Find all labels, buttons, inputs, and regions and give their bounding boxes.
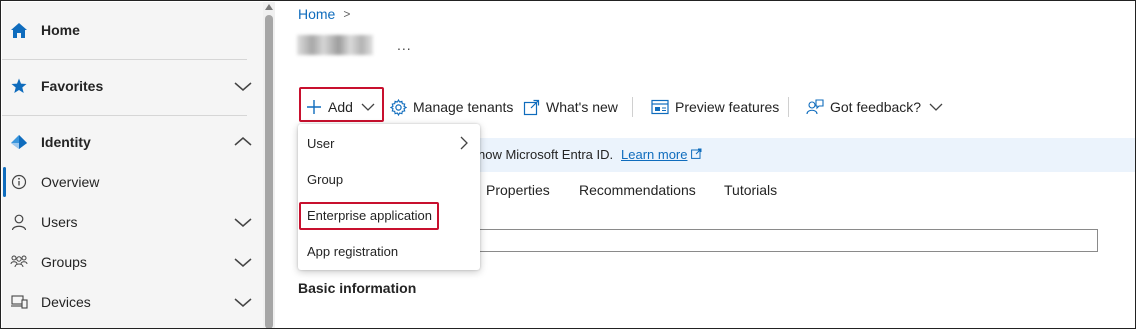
menu-item-app-registration[interactable]: App registration — [298, 233, 480, 269]
groups-icon — [10, 253, 28, 271]
manage-tenants-label: Manage tenants — [413, 99, 514, 115]
feedback-label: Got feedback? — [830, 99, 922, 115]
sidebar-item-label: Identity — [41, 134, 91, 150]
sidebar-divider — [2, 115, 247, 116]
chevron-right-icon — [460, 136, 468, 150]
search-input[interactable] — [411, 229, 1098, 252]
chevron-down-icon[interactable] — [233, 295, 253, 309]
tenant-name-redacted — [297, 35, 373, 55]
open-external-icon — [523, 99, 540, 115]
user-icon — [10, 213, 28, 231]
toolbar-divider — [632, 97, 633, 117]
chevron-down-icon[interactable] — [233, 255, 253, 269]
menu-item-label: Group — [307, 171, 344, 187]
menu-item-enterprise-application[interactable]: Enterprise application — [298, 197, 480, 233]
identity-icon — [10, 133, 28, 151]
scroll-up-icon[interactable] — [265, 4, 273, 10]
chevron-down-icon — [361, 103, 375, 111]
more-options-button[interactable]: ... — [397, 37, 412, 53]
sidebar-item-label: Groups — [41, 254, 87, 270]
menu-item-group[interactable]: Group — [298, 161, 480, 197]
sidebar-item-identity[interactable]: Identity — [2, 122, 263, 162]
add-dropdown-menu: User Group Enterprise application App re… — [298, 124, 480, 270]
toolbar-divider — [788, 97, 789, 117]
manage-tenants-button[interactable]: Manage tenants — [390, 95, 513, 119]
section-title: Basic information — [298, 280, 417, 296]
sidebar-item-home[interactable]: Home — [2, 10, 263, 50]
devices-icon — [10, 293, 28, 311]
chevron-down-icon[interactable] — [233, 215, 253, 229]
sidebar-item-overview[interactable]: Overview — [2, 162, 263, 202]
add-button[interactable]: Add — [306, 95, 381, 119]
home-icon — [10, 21, 28, 39]
scrollbar-thumb[interactable] — [265, 15, 273, 328]
feedback-icon — [806, 98, 824, 114]
gear-icon — [390, 98, 407, 116]
chevron-up-icon[interactable] — [233, 135, 253, 149]
preview-features-icon — [651, 99, 669, 115]
chevron-down-icon[interactable] — [233, 79, 253, 93]
open-external-icon[interactable] — [691, 148, 702, 159]
feedback-button[interactable]: Got feedback? — [806, 95, 949, 119]
menu-item-label: User — [307, 135, 335, 151]
whats-new-label: What's new — [546, 99, 618, 115]
sidebar-item-label: Overview — [41, 174, 100, 190]
sidebar-item-label: Home — [41, 22, 80, 38]
sidebar-item-devices[interactable]: Devices — [2, 282, 263, 322]
sidebar-item-label: Devices — [41, 294, 91, 310]
menu-item-user[interactable]: User — [298, 125, 480, 161]
breadcrumb: Home > — [298, 6, 350, 22]
sidebar-item-label: Users — [41, 214, 78, 230]
tab-recommendations[interactable]: Recommendations — [579, 182, 696, 198]
learn-more-link[interactable]: Learn more — [621, 147, 687, 162]
menu-item-label: Enterprise application — [307, 207, 433, 223]
menu-item-label: App registration — [307, 243, 399, 259]
tab-tutorials[interactable]: Tutorials — [724, 182, 777, 198]
sidebar-divider — [2, 59, 247, 60]
sidebar-item-groups[interactable]: Groups — [2, 242, 263, 282]
sidebar-item-favorites[interactable]: Favorites — [2, 66, 263, 106]
info-icon — [10, 173, 28, 191]
plus-icon — [307, 100, 321, 114]
chevron-right-icon: > — [343, 7, 351, 21]
chevron-down-icon — [929, 103, 943, 111]
tab-properties[interactable]: Properties — [486, 182, 550, 198]
sidebar-item-label: Favorites — [41, 78, 104, 94]
whats-new-button[interactable]: What's new — [523, 95, 618, 119]
banner-text: now Microsoft Entra ID. — [478, 147, 614, 162]
preview-features-label: Preview features — [675, 99, 780, 115]
sidebar-item-users[interactable]: Users — [2, 202, 263, 242]
portal-window: Home Favorites Identity Overview Users G… — [0, 0, 1136, 329]
breadcrumb-home-link[interactable]: Home — [298, 6, 335, 22]
preview-features-button[interactable]: Preview features — [651, 95, 779, 119]
star-icon — [10, 77, 28, 95]
add-button-label: Add — [328, 99, 353, 115]
sidebar: Home Favorites Identity Overview Users G… — [2, 2, 263, 328]
